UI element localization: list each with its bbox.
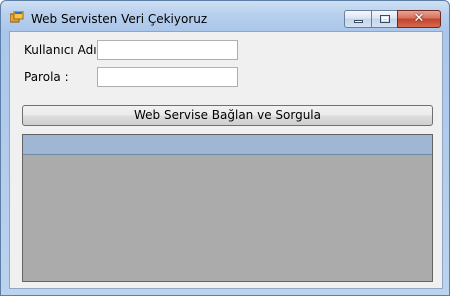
maximize-icon bbox=[380, 15, 390, 23]
password-label: Parola : bbox=[24, 70, 69, 84]
app-form-icon bbox=[10, 11, 24, 23]
username-field[interactable] bbox=[97, 40, 238, 60]
connect-query-button[interactable]: Web Servise Bağlan ve Sorgula bbox=[22, 105, 433, 126]
title-bar[interactable]: Web Servisten Veri Çekiyoruz ✕ bbox=[1, 1, 449, 31]
username-label: Kullanıcı Adı : bbox=[24, 43, 105, 57]
results-data-grid[interactable] bbox=[22, 134, 433, 282]
minimize-button[interactable] bbox=[344, 10, 371, 28]
minimize-icon bbox=[354, 20, 363, 23]
maximize-button[interactable] bbox=[371, 10, 397, 28]
grid-column-header[interactable] bbox=[23, 135, 432, 155]
password-field[interactable] bbox=[97, 67, 238, 87]
app-window: Web Servisten Veri Çekiyoruz ✕ Kullanıcı… bbox=[0, 0, 450, 296]
close-icon: ✕ bbox=[413, 11, 425, 26]
window-title: Web Servisten Veri Çekiyoruz bbox=[31, 12, 208, 26]
caption-buttons: ✕ bbox=[344, 10, 441, 28]
close-button[interactable]: ✕ bbox=[397, 10, 441, 28]
desktop-background bbox=[0, 296, 452, 300]
form-client-area: Kullanıcı Adı : Parola : Web Servise Bağ… bbox=[9, 31, 443, 289]
